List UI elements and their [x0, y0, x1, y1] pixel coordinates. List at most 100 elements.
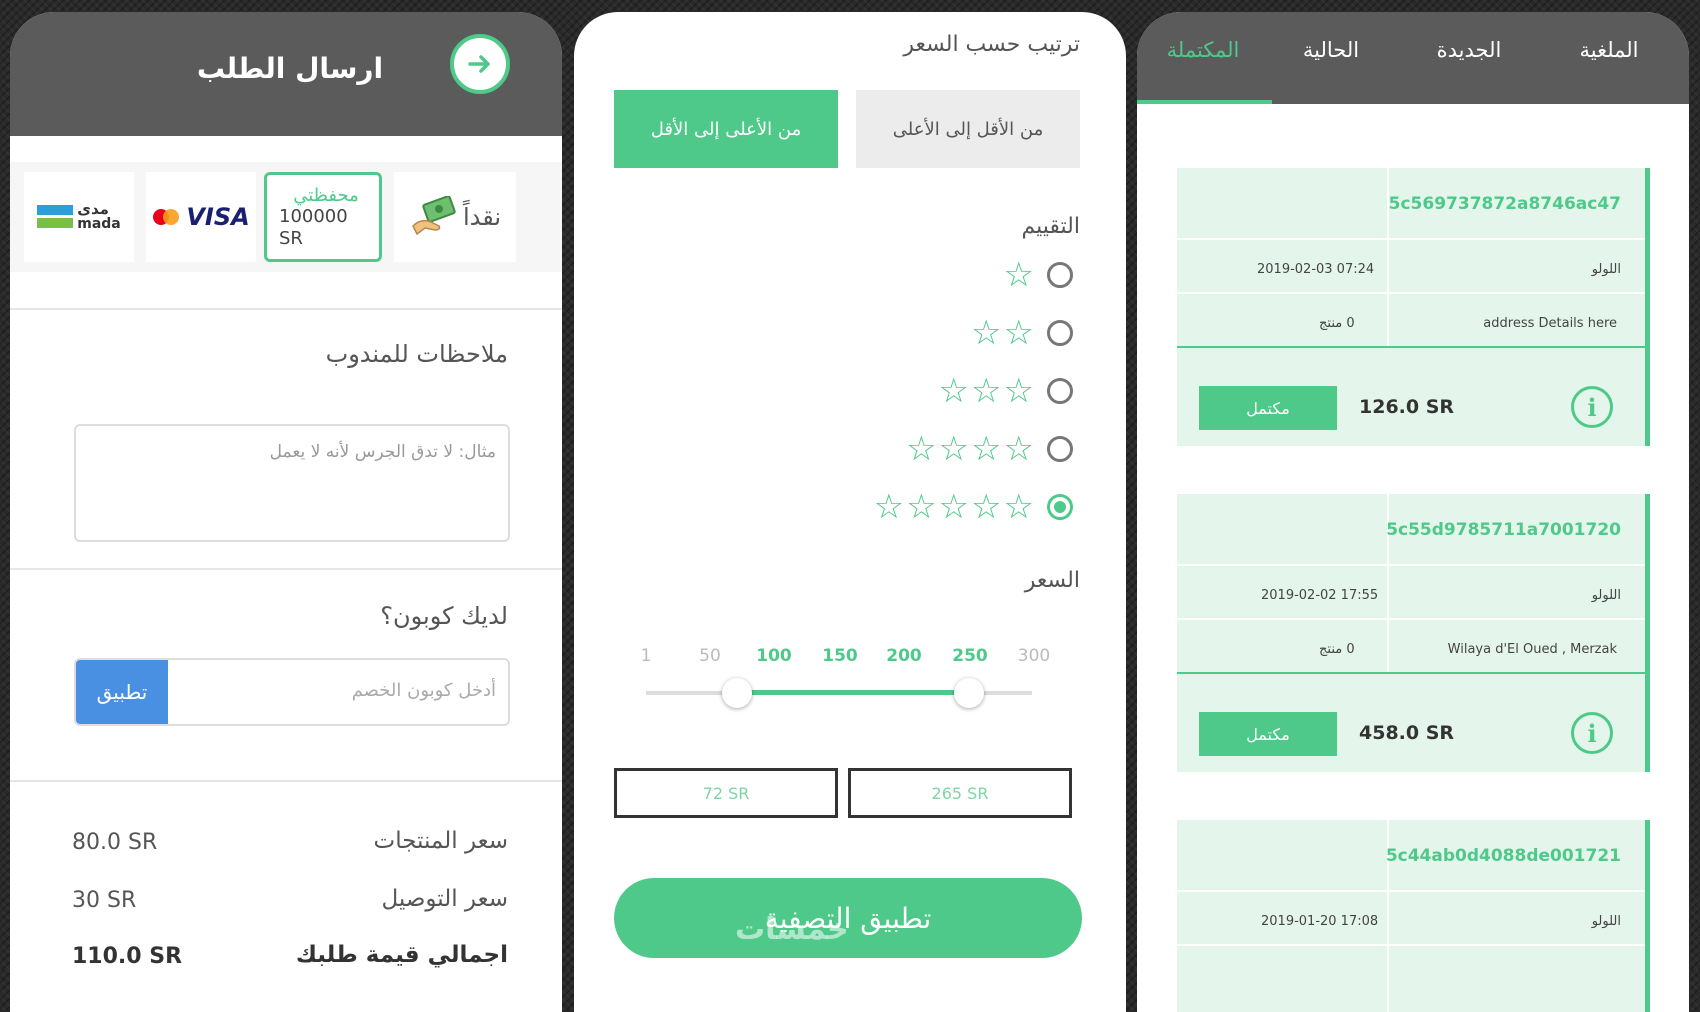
cash-label: نقداً	[462, 203, 502, 231]
divider	[10, 568, 562, 570]
delivery-price-label: سعر التوصيل	[381, 886, 508, 912]
store-name: اللولو	[1591, 262, 1621, 277]
rating-title: التقييم	[1021, 214, 1080, 239]
order-address: address Details here	[1483, 316, 1617, 331]
divider	[1177, 238, 1645, 240]
coupon-apply-button[interactable]: تطبيق	[76, 660, 168, 724]
coupon-title: لديك كوبون؟	[380, 602, 508, 630]
price-tick: 1	[640, 646, 652, 666]
divider	[10, 780, 562, 782]
order-card[interactable]: 5c55d9785711a7001720 اللولو 2019-02-02 1…	[1177, 494, 1650, 772]
mada-label: mada	[77, 216, 121, 232]
mada-arabic-label: مدى	[77, 200, 109, 218]
divider	[1177, 564, 1645, 566]
price-max-box[interactable]: 265 SR	[848, 768, 1072, 818]
divider	[1177, 890, 1645, 892]
products-count: 0 منتج	[1319, 642, 1355, 657]
price-tick: 250	[952, 646, 988, 666]
order-card[interactable]: 5c44ab0d4088de001721 اللولو 2019-01-20 1…	[1177, 820, 1650, 1012]
order-total: 458.0 SR	[1359, 722, 1455, 744]
status-badge: مكتمل	[1199, 386, 1337, 430]
payment-cash[interactable]: نقداً	[394, 172, 516, 262]
store-name: اللولو	[1591, 914, 1621, 929]
order-date: 2019-01-20 17:08	[1261, 914, 1379, 929]
stars-icon: ☆☆☆☆☆	[873, 487, 1036, 527]
coupon-placeholder: أدخل كوبون الخصم	[351, 680, 496, 701]
divider	[1177, 618, 1645, 620]
rating-radio-2[interactable]	[1047, 320, 1073, 346]
tab-completed[interactable]: المكتملة	[1143, 38, 1263, 62]
wallet-amount: 100000	[279, 205, 348, 227]
info-icon[interactable]: i	[1571, 386, 1613, 428]
price-slider-range	[736, 690, 968, 695]
cash-hand-icon	[412, 196, 456, 236]
arrow-right-icon	[468, 55, 490, 73]
rating-radio-4[interactable]	[1047, 436, 1073, 462]
price-tick: 300	[1017, 646, 1051, 666]
tab-current[interactable]: الحالية	[1271, 38, 1391, 62]
status-badge: مكتمل	[1199, 712, 1337, 756]
notes-title: ملاحظات للمندوب	[325, 340, 508, 368]
active-tab-indicator	[1137, 100, 1272, 104]
coupon-field[interactable]: تطبيق أدخل كوبون الخصم	[74, 658, 510, 726]
visa-label: VISA	[186, 203, 250, 231]
watermark-logo: خمسات	[735, 912, 849, 947]
rating-radio-5[interactable]	[1047, 494, 1073, 520]
payment-mada[interactable]: مدى mada	[24, 172, 134, 262]
rating-radio-3[interactable]	[1047, 378, 1073, 404]
wallet-currency: SR	[279, 227, 303, 249]
products-count: 0 منتج	[1319, 316, 1355, 331]
order-date: 2019-02-03 07:24	[1257, 262, 1375, 277]
sort-title: ترتيب حسب السعر	[903, 32, 1080, 57]
stars-icon: ☆☆☆☆	[906, 429, 1036, 469]
price-slider-min-handle[interactable]	[722, 678, 752, 708]
wallet-title: محفظتي	[293, 184, 359, 206]
order-total: 126.0 SR	[1359, 396, 1455, 418]
orders-tabs-bar: الملغية الجديدة الحالية المكتملة	[1137, 12, 1689, 104]
checkout-header: ارسال الطلب	[10, 12, 562, 136]
tab-cancelled[interactable]: الملغية	[1549, 38, 1669, 62]
payment-wallet[interactable]: محفظتي 100000 SR	[264, 172, 382, 262]
divider	[1177, 672, 1645, 674]
back-button[interactable]	[450, 34, 510, 94]
mastercard-icon	[153, 209, 180, 225]
divider	[1177, 346, 1645, 348]
order-id: 5c55d9785711a7001720	[1386, 520, 1621, 540]
notes-placeholder: مثال: لا تدق الجرس لأنه لا يعمل	[269, 442, 496, 462]
order-id: 5c44ab0d4088de001721	[1385, 846, 1621, 866]
tab-new[interactable]: الجديدة	[1409, 38, 1529, 62]
sort-low-high-button[interactable]: من الأقل إلى الأعلى	[856, 90, 1080, 168]
total-price-label: اجمالي قيمة طلبك	[295, 942, 508, 968]
order-card[interactable]: 5c569737872a8746ac47 اللولو 2019-02-03 0…	[1177, 168, 1650, 446]
price-title: السعر	[1024, 568, 1080, 593]
page-title: ارسال الطلب	[196, 52, 384, 85]
rating-radio-1[interactable]	[1047, 262, 1073, 288]
price-min-box[interactable]: 72 SR	[614, 768, 838, 818]
products-price-value: 80.0 SR	[72, 830, 158, 855]
orders-screen: الملغية الجديدة الحالية المكتملة 5c56973…	[1137, 12, 1689, 1012]
sort-high-low-button[interactable]: من الأعلى إلى الأقل	[614, 90, 838, 168]
store-name: اللولو	[1591, 588, 1621, 603]
checkout-screen: ارسال الطلب مدى mada VISA محفظتي 100000 …	[10, 12, 562, 1012]
order-id: 5c569737872a8746ac47	[1388, 194, 1621, 214]
stars-icon: ☆☆	[971, 313, 1036, 353]
price-tick: 150	[822, 646, 858, 666]
total-price-value: 110.0 SR	[72, 944, 183, 969]
price-tick: 50	[699, 646, 721, 666]
mada-logo-icon	[37, 205, 74, 228]
notes-textarea[interactable]: مثال: لا تدق الجرس لأنه لا يعمل	[74, 424, 510, 542]
products-price-label: سعر المنتجات	[373, 828, 508, 854]
payment-visa[interactable]: VISA	[146, 172, 256, 262]
payment-methods: مدى mada VISA محفظتي 100000 SR نقداً	[10, 162, 562, 272]
price-tick: 200	[886, 646, 922, 666]
order-date: 2019-02-02 17:55	[1261, 588, 1379, 603]
info-icon[interactable]: i	[1571, 712, 1613, 754]
order-address: Wilaya d'El Oued , Merzak	[1447, 642, 1617, 657]
filter-screen: ترتيب حسب السعر من الأعلى إلى الأقل من ا…	[574, 12, 1126, 1012]
price-slider-max-handle[interactable]	[954, 678, 984, 708]
price-tick: 100	[756, 646, 792, 666]
divider	[1177, 944, 1645, 946]
divider	[1177, 292, 1645, 294]
stars-icon: ☆☆☆	[938, 371, 1036, 411]
delivery-price-value: 30 SR	[72, 888, 137, 913]
